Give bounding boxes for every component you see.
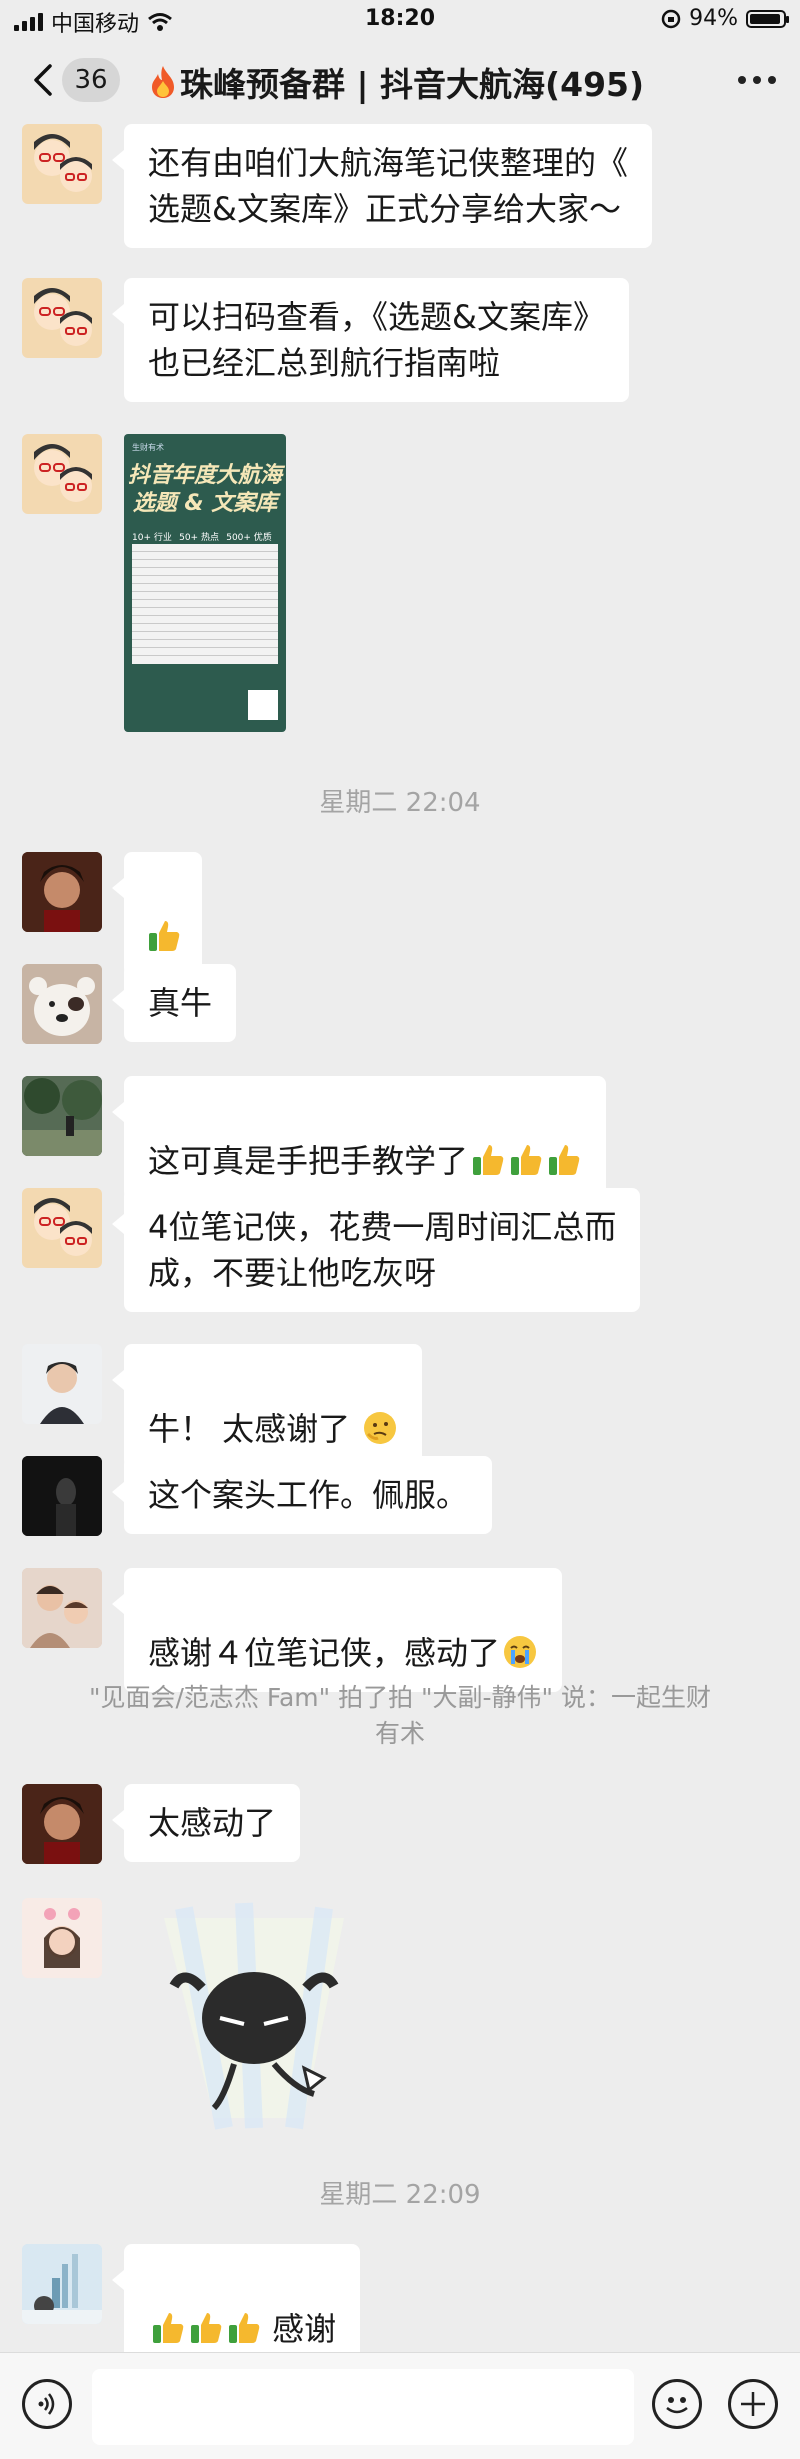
time-divider: 星期二 22:04 <box>319 788 481 818</box>
emoji-icon[interactable] <box>652 2379 702 2429</box>
message-bubble[interactable]: 还有由咱们大航海笔记侠整理的《 选题&文案库》正式分享给大家～ <box>111 124 653 248</box>
battery-percent: 94% <box>689 6 738 31</box>
chat-header: 36 珠峰预备群 | 抖音大航海(495) <box>0 40 800 120</box>
message-bubble[interactable]: 这可真是手把手教学了 <box>111 1076 607 1200</box>
chat-title: 珠峰预备群 | 抖音大航海(495) <box>150 58 644 106</box>
message-row: 这可真是手把手教学了 <box>22 1076 607 1200</box>
message-text: 牛！ 太感谢了 <box>148 1410 361 1448</box>
pat-notice: "见面会/范志杰 Fam" 拍了拍 "大副-静伟" 说：一起生财 有术 <box>50 1680 750 1752</box>
message-row: 可以扫码查看，《选题&文案库》 也已经汇总到航行指南啦 <box>22 278 629 402</box>
battery-icon <box>746 9 789 28</box>
avatar[interactable] <box>22 124 102 204</box>
message-bubble[interactable]: 感谢 <box>111 2244 361 2368</box>
message-row <box>22 852 202 976</box>
thumbs-up-emoji-icon <box>511 1145 542 1175</box>
thumbs-up-emoji-icon <box>473 1145 504 1175</box>
lock-rotation-icon <box>661 9 681 28</box>
message-text: 这可真是手把手教学了 <box>148 1142 469 1180</box>
message-bubble[interactable]: 这个案头工作。佩服。 <box>111 1456 493 1534</box>
thinking-emoji-icon <box>364 1412 397 1444</box>
message-bubble[interactable]: 可以扫码查看，《选题&文案库》 也已经汇总到航行指南啦 <box>112 278 629 402</box>
message-row: 4位笔记侠，花费一周时间汇总而 成，不要让他吃灰呀 <box>22 1188 641 1312</box>
message-row: 还有由咱们大航海笔记侠整理的《 选题&文案库》正式分享给大家～ <box>22 124 653 248</box>
message-bubble[interactable] <box>112 852 202 976</box>
message-row: 生财有术 抖音年度大航海 选题 & 文案库 10+ 行业分类 50+ 热点赛道 … <box>22 434 286 732</box>
thumbs-up-emoji-icon <box>153 2313 184 2343</box>
avatar[interactable] <box>22 1898 102 1978</box>
message-row: 感谢 <box>22 2244 361 2368</box>
avatar[interactable] <box>22 434 102 514</box>
thumbs-up-emoji-icon <box>191 2313 222 2343</box>
avatar[interactable] <box>22 1456 102 1536</box>
message-bubble[interactable]: 感谢４位笔记侠，感动了 <box>111 1568 563 1692</box>
plus-icon[interactable] <box>728 2379 778 2429</box>
avatar[interactable] <box>22 1784 102 1864</box>
pat-notice-text: "见面会/范志杰 Fam" 拍了拍 "大副-静伟" 说：一起生财 有术 <box>89 1683 711 1748</box>
message-row <box>22 1898 384 2138</box>
poster-title: 抖音年度大航海 选题 & 文案库 <box>127 463 282 516</box>
sticker-image[interactable] <box>124 1898 384 2138</box>
time-divider: 星期二 22:09 <box>319 2180 481 2210</box>
thumbs-up-emoji-icon <box>549 1145 580 1175</box>
voice-icon[interactable] <box>22 2379 72 2429</box>
avatar[interactable] <box>22 1568 102 1648</box>
chat-title-text: 珠峰预备群 | 抖音大航海(495) <box>180 65 645 104</box>
message-bubble[interactable]: 真牛 <box>111 964 237 1042</box>
poster-table <box>132 544 278 664</box>
message-row: 真牛 <box>22 964 237 1044</box>
message-text: 感谢 <box>262 2310 337 2348</box>
message-bubble[interactable]: 4位笔记侠，花费一周时间汇总而 成，不要让他吃灰呀 <box>111 1188 641 1312</box>
message-bubble[interactable]: 牛！ 太感谢了 <box>111 1344 423 1468</box>
unread-count-badge[interactable]: 36 <box>62 58 120 102</box>
avatar[interactable] <box>22 964 102 1044</box>
avatar[interactable] <box>22 1076 102 1156</box>
message-text: 感谢４位笔记侠，感动了 <box>148 1634 501 1672</box>
thumbs-up-emoji-icon <box>229 2313 260 2343</box>
message-row: 太感动了 <box>22 1784 301 1864</box>
back-arrow-icon[interactable] <box>24 60 64 100</box>
avatar[interactable] <box>22 1344 102 1424</box>
message-row: 感谢４位笔记侠，感动了 <box>22 1568 563 1692</box>
message-row: 牛！ 太感谢了 <box>22 1344 423 1468</box>
avatar[interactable] <box>22 852 102 932</box>
poster-brand: 生财有术 <box>132 443 164 452</box>
message-row: 这个案头工作。佩服。 <box>22 1456 493 1536</box>
thumbs-up-emoji-icon <box>149 921 180 951</box>
qr-code <box>248 690 278 720</box>
avatar[interactable] <box>22 1188 102 1268</box>
message-bubble[interactable]: 太感动了 <box>111 1784 301 1862</box>
avatar[interactable] <box>22 2244 102 2324</box>
input-bar <box>0 2352 800 2459</box>
fire-emoji-icon <box>152 66 174 98</box>
avatar[interactable] <box>22 278 102 358</box>
status-bar: 中国移动 18:20 94% <box>0 0 800 40</box>
crying-emoji-icon <box>504 1636 537 1668</box>
message-input[interactable] <box>92 2369 634 2445</box>
poster-image[interactable]: 生财有术 抖音年度大航海 选题 & 文案库 10+ 行业分类 50+ 热点赛道 … <box>124 434 286 732</box>
more-icon[interactable] <box>738 64 776 96</box>
